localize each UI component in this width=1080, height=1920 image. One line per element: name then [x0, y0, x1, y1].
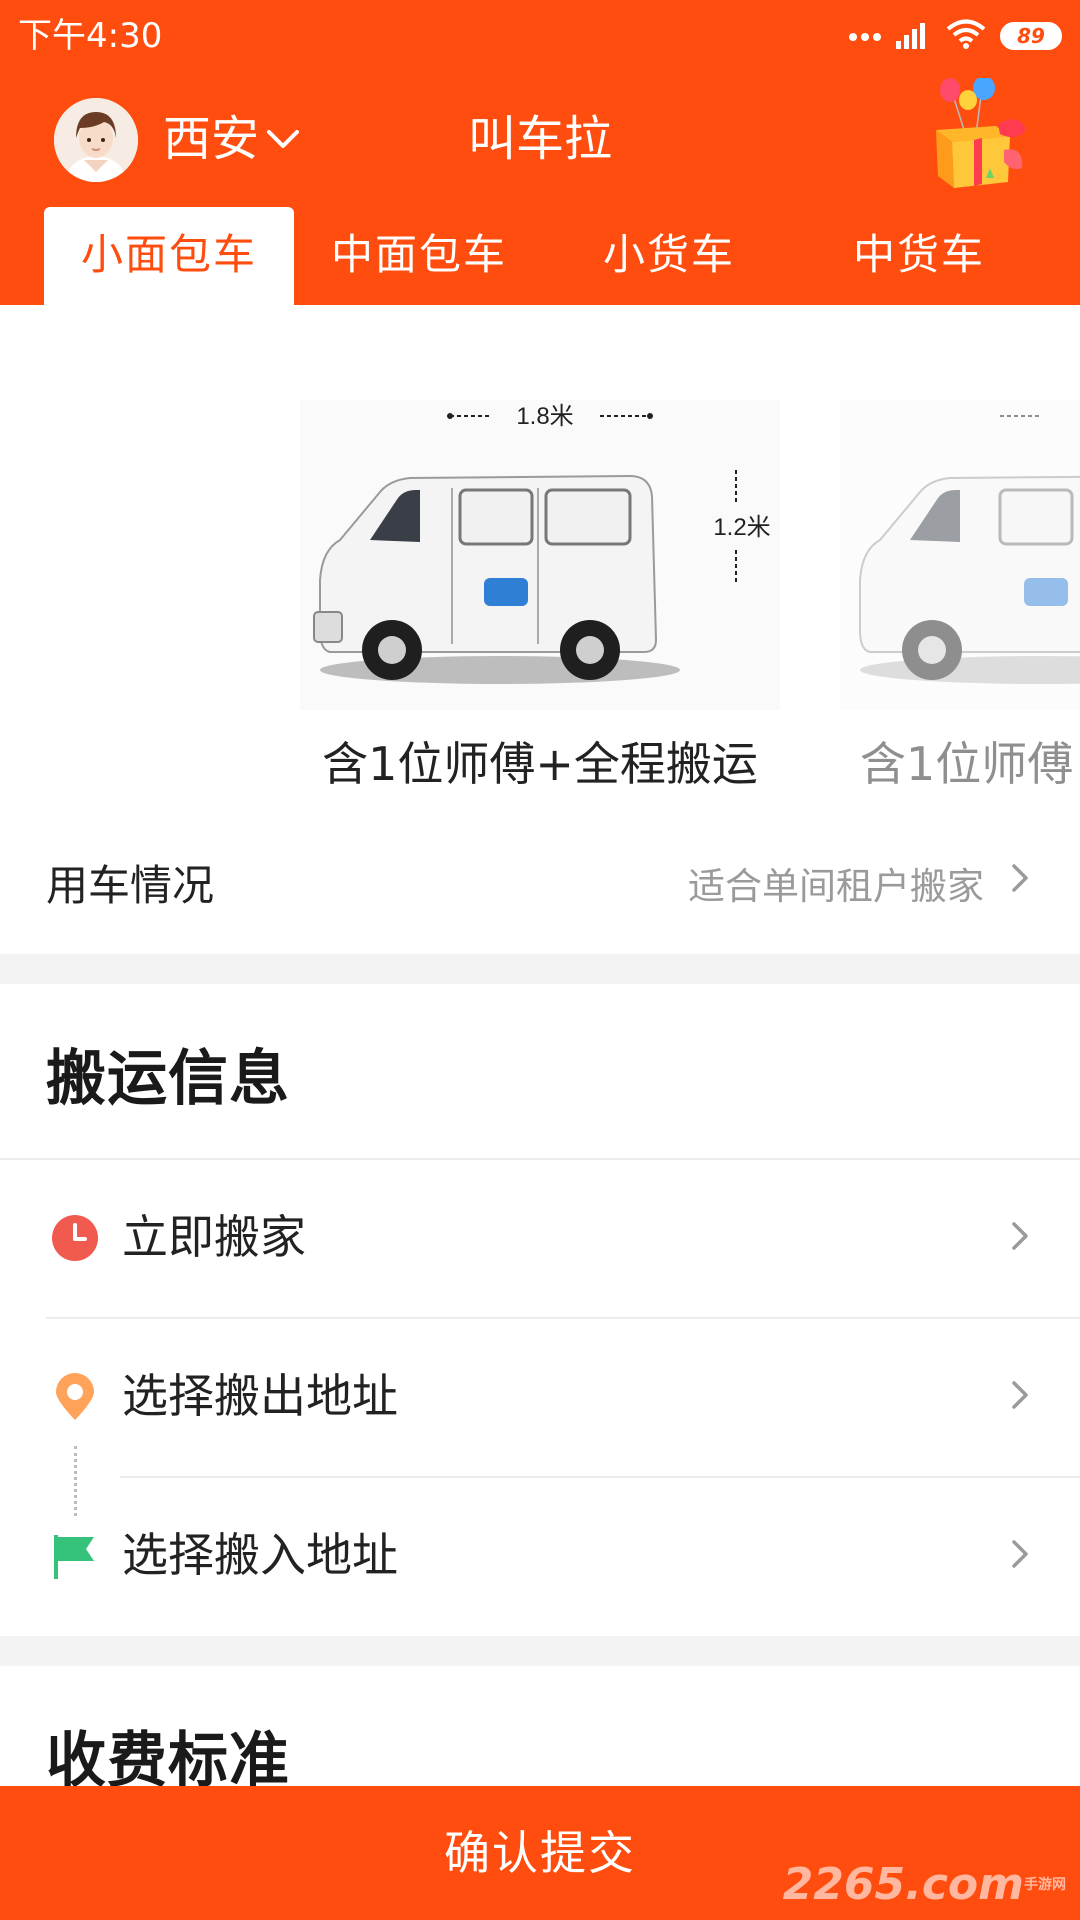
pickup-address-row[interactable]: 选择搬出地址 — [0, 1319, 1080, 1477]
chevron-down-icon — [267, 130, 300, 148]
usage-row[interactable]: 用车情况 适合单间租户搬家 — [0, 830, 1080, 924]
avatar-image — [54, 98, 138, 182]
tab-small-truck[interactable]: 小货车 — [544, 207, 794, 305]
top-row: 西安 叫车拉 — [0, 76, 1080, 190]
vehicle-caption: 含1位师傅 — [860, 737, 1074, 791]
gift-box-icon[interactable] — [916, 76, 1036, 198]
city-selector[interactable]: 西安 — [163, 110, 303, 168]
usage-label: 用车情况 — [46, 861, 215, 910]
status-time: 下午4:30 — [18, 16, 163, 56]
vehicle-tabs: 小面包车 中面包车 小货车 中货车 — [44, 207, 1044, 305]
van-image: 1.8米 1.2米 — [300, 400, 780, 710]
city-label: 西安 — [163, 111, 260, 167]
tab-small-van[interactable]: 小面包车 — [44, 207, 294, 305]
dropoff-address-row[interactable]: 选择搬入地址 — [0, 1478, 1080, 1636]
chevron-right-icon — [1012, 1222, 1028, 1250]
move-time-row[interactable]: 立即搬家 — [0, 1160, 1080, 1318]
battery-icon: 89 — [1000, 22, 1062, 50]
pickup-address-label: 选择搬出地址 — [122, 1369, 398, 1423]
location-pin-icon — [56, 1373, 94, 1420]
status-icons: 89 — [848, 18, 1062, 54]
avatar[interactable] — [54, 98, 138, 182]
clock-icon — [52, 1215, 98, 1261]
watermark-subtitle: 手游网 — [1024, 1877, 1066, 1893]
dropoff-address-label: 选择搬入地址 — [122, 1528, 398, 1582]
usage-value: 适合单间租户搬家 — [688, 865, 984, 908]
flag-icon — [54, 1535, 94, 1579]
move-info-title: 搬运信息 — [46, 1044, 290, 1114]
section-gap — [0, 1636, 1080, 1666]
vehicle-caption: 含1位师傅+全程搬运 — [322, 737, 758, 791]
move-time-label: 立即搬家 — [122, 1210, 306, 1264]
watermark-suffix: .com — [905, 1859, 1024, 1910]
chevron-right-icon — [1012, 1381, 1028, 1409]
wifi-icon — [946, 18, 986, 54]
height-dimension-label: 1.2米 — [713, 514, 770, 541]
chevron-right-icon — [1012, 1540, 1028, 1568]
watermark-number: 2265 — [782, 1859, 906, 1910]
chevron-right-icon — [1012, 864, 1028, 892]
more-dots-icon — [848, 27, 882, 46]
tab-medium-truck[interactable]: 中货车 — [796, 207, 1042, 305]
vehicle-carousel[interactable]: 1.8米 1.2米 含1位师傅+全程搬运 含1位师傅 — [0, 305, 1080, 805]
status-bar: 下午4:30 89 — [0, 0, 1080, 74]
signal-icon — [896, 19, 932, 53]
van-image — [840, 400, 1080, 710]
tab-medium-van[interactable]: 中面包车 — [296, 207, 542, 305]
watermark: 2265.com手游网 — [783, 1860, 1066, 1910]
app-header: 下午4:30 89 西安 叫车拉 小面包车 中面包车 小货车 中货车 — [0, 0, 1080, 305]
width-dimension-label: 1.8米 — [516, 403, 573, 430]
section-gap — [0, 954, 1080, 984]
